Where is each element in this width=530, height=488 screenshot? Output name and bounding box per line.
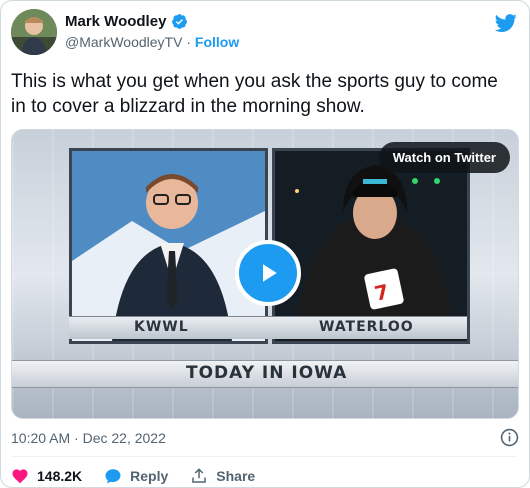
reply-bubble-icon — [105, 469, 121, 484]
share-icon — [192, 468, 207, 483]
share-button[interactable]: Share — [190, 467, 255, 485]
twitter-bird-icon[interactable] — [495, 12, 517, 34]
reply-label: Reply — [130, 468, 169, 484]
tweet-text: This is what you get when you ask the sp… — [11, 71, 498, 117]
share-label: Share — [216, 468, 256, 484]
follow-button[interactable]: Follow — [195, 34, 239, 50]
reporter-video-panel: 7 — [272, 148, 470, 344]
action-bar: 148.2K Reply Share — [11, 467, 277, 485]
tweet-card: Mark Woodley @MarkWoodleyTV · Follow Thi… — [0, 0, 530, 488]
play-icon — [263, 264, 277, 282]
watch-on-twitter-button[interactable]: Watch on Twitter — [378, 142, 510, 173]
location-label: WATERLOO — [319, 319, 414, 335]
program-title: TODAY IN IOWA — [186, 363, 348, 383]
reply-button[interactable]: Reply — [104, 467, 168, 485]
station-label: KWWL — [134, 319, 189, 335]
video-player[interactable]: 7 KWWL WATERLOO TODAY IN IOWA Watch on T… — [11, 129, 519, 419]
play-button[interactable] — [235, 240, 301, 306]
heart-icon — [12, 469, 28, 484]
author-handle[interactable]: @MarkWoodleyTV — [65, 34, 182, 50]
avatar[interactable] — [11, 9, 57, 55]
tweet-timestamp[interactable]: 10:20 AM · Dec 22, 2022 — [11, 430, 166, 446]
verified-badge-icon — [172, 14, 188, 29]
handle-row: @MarkWoodleyTV · Follow — [65, 34, 239, 50]
divider — [11, 456, 517, 457]
author-name[interactable]: Mark Woodley — [65, 13, 166, 30]
like-button[interactable]: 148.2K — [11, 467, 82, 485]
anchor-video-panel — [69, 148, 268, 344]
info-icon[interactable] — [500, 428, 519, 447]
like-count: 148.2K — [37, 468, 83, 484]
separator: · — [186, 34, 191, 50]
author-name-row: Mark Woodley — [65, 13, 188, 30]
